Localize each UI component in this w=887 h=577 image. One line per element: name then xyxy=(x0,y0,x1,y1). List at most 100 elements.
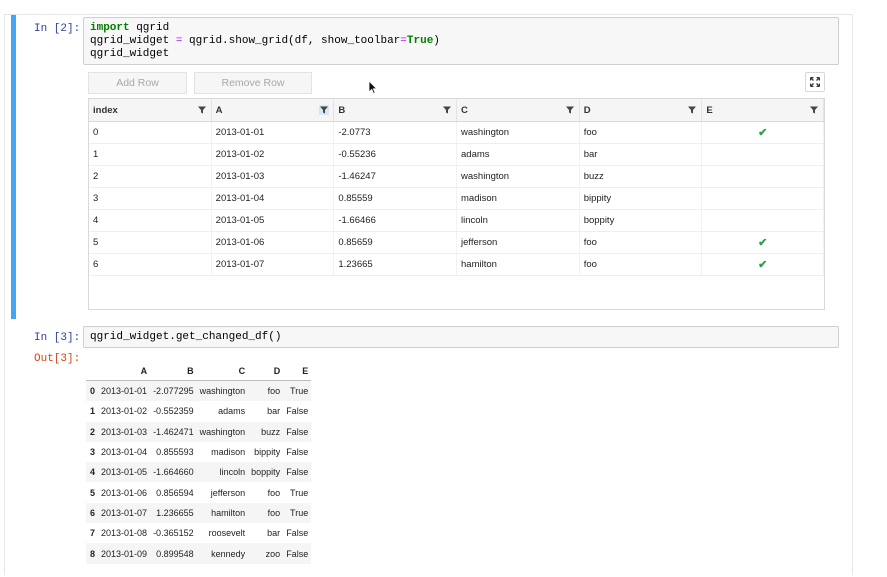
grid-cell-d[interactable]: bippity xyxy=(580,188,703,209)
grid-cell-e[interactable] xyxy=(702,144,825,165)
grid-cell-c[interactable]: adams xyxy=(457,144,580,165)
grid-cell-a[interactable]: 2013-01-07 xyxy=(212,254,335,275)
grid-cell-d[interactable]: bar xyxy=(580,144,703,165)
grid-cell-a[interactable]: 2013-01-01 xyxy=(212,122,335,143)
grid-cell-index[interactable]: 0 xyxy=(89,122,212,143)
grid-row[interactable]: 3 2013-01-04 0.85559 madison bippity xyxy=(89,188,825,210)
grid-row[interactable]: 5 2013-01-06 0.85659 jefferson foo ✔ xyxy=(89,232,825,254)
grid-cell-e[interactable]: ✔ xyxy=(702,122,825,143)
dataframe-index: 2 xyxy=(90,426,96,437)
grid-cell-a[interactable]: 2013-01-03 xyxy=(212,166,335,187)
grid-cell-index[interactable]: 3 xyxy=(89,188,212,209)
grid-cell-d[interactable]: foo xyxy=(580,122,703,143)
code-operator: = xyxy=(400,35,407,47)
filter-icon[interactable] xyxy=(687,105,697,115)
active-cell-indicator xyxy=(11,15,16,319)
input-prompt-2: In [2]: xyxy=(34,23,81,35)
dataframe-cell: -1.664660 xyxy=(153,467,194,478)
column-header-label: E xyxy=(706,104,713,116)
fullscreen-button[interactable] xyxy=(805,72,825,92)
dataframe-cell: kennedy xyxy=(211,548,246,559)
dataframe-row: 6 2013-01-07 1.236655 hamilton foo True xyxy=(86,502,312,524)
dataframe-cell: 2013-01-01 xyxy=(101,386,148,397)
qgrid-table[interactable]: index A B C D E 0 2013-01-01 -2.0773 washington f… xyxy=(88,98,825,310)
dataframe-cell: True xyxy=(290,487,309,498)
expand-icon xyxy=(810,77,820,87)
dataframe-cell: 2013-01-06 xyxy=(101,487,148,498)
grid-cell-index[interactable]: 5 xyxy=(89,232,212,253)
code-cell-3[interactable]: qgrid_widget.get_changed_df() xyxy=(83,326,839,348)
grid-cell-d[interactable]: foo xyxy=(580,254,703,275)
grid-cell-a[interactable]: 2013-01-05 xyxy=(212,210,335,231)
dataframe-cell: roosevelt xyxy=(208,528,246,539)
grid-cell-a[interactable]: 2013-01-06 xyxy=(212,232,335,253)
grid-cell-c[interactable]: washington xyxy=(457,166,580,187)
grid-cell-b[interactable]: -2.0773 xyxy=(334,122,458,143)
filter-icon[interactable] xyxy=(197,105,207,115)
column-header-index[interactable]: index xyxy=(89,99,212,121)
filter-icon[interactable] xyxy=(319,105,330,115)
grid-row[interactable]: 1 2013-01-02 -0.55236 adams bar xyxy=(89,144,825,166)
filter-icon[interactable] xyxy=(565,105,575,115)
grid-cell-b[interactable]: 1.23665 xyxy=(334,254,458,275)
dataframe-index: 0 xyxy=(90,386,96,397)
code-text: qgrid_widget xyxy=(90,48,170,60)
dataframe-row: 1 2013-01-02 -0.552359 adams bar False xyxy=(86,401,311,421)
code-cell-2[interactable]: import qgrid qgrid_widget = qgrid.show_g… xyxy=(83,17,839,65)
code-text: qgrid_widget.get_changed_df() xyxy=(90,331,282,343)
checkmark-icon: ✔ xyxy=(758,259,768,271)
column-header-a[interactable]: A xyxy=(212,99,335,121)
grid-cell-e[interactable] xyxy=(702,188,825,209)
grid-cell-e[interactable]: ✔ xyxy=(702,254,825,275)
dataframe-cell: 2013-01-02 xyxy=(101,406,148,417)
grid-cell-a[interactable]: 2013-01-04 xyxy=(212,188,335,209)
grid-row[interactable]: 6 2013-01-07 1.23665 hamilton foo ✔ xyxy=(89,254,825,276)
grid-cell-c[interactable]: jefferson xyxy=(457,232,580,253)
filter-icon[interactable] xyxy=(809,105,819,115)
grid-cell-a[interactable]: 2013-01-02 xyxy=(212,144,335,165)
add-row-button[interactable]: Add Row xyxy=(88,72,187,94)
dataframe-row: 8 2013-01-09 0.899548 kennedy zoo False xyxy=(86,543,312,564)
column-header-e[interactable]: E xyxy=(702,99,825,121)
grid-cell-e[interactable]: ✔ xyxy=(702,232,825,253)
dataframe-row: 4 2013-01-05 -1.664660 lincoln boppity False xyxy=(86,462,312,483)
grid-cell-b[interactable]: 0.85659 xyxy=(334,232,458,253)
grid-cell-b[interactable]: -0.55236 xyxy=(334,144,458,165)
dataframe-cell: 2013-01-04 xyxy=(101,447,148,458)
grid-cell-index[interactable]: 2 xyxy=(89,166,212,187)
dataframe-cell: False xyxy=(286,406,309,417)
grid-row[interactable]: 2 2013-01-03 -1.46247 washington buzz xyxy=(89,166,825,188)
grid-cell-d[interactable]: boppity xyxy=(580,210,703,231)
grid-cell-d[interactable]: buzz xyxy=(580,166,703,187)
grid-cell-d[interactable]: foo xyxy=(580,232,703,253)
dataframe-cell: -0.552359 xyxy=(153,406,194,417)
grid-cell-b[interactable]: 0.85559 xyxy=(334,188,458,209)
grid-cell-e[interactable] xyxy=(702,210,825,231)
grid-row[interactable]: 4 2013-01-05 -1.66466 lincoln boppity xyxy=(89,210,825,232)
grid-cell-e[interactable] xyxy=(702,166,825,187)
column-header-c[interactable]: C xyxy=(457,99,580,121)
filter-icon[interactable] xyxy=(442,105,452,115)
grid-cell-index[interactable]: 6 xyxy=(89,254,212,275)
grid-cell-c[interactable]: madison xyxy=(457,188,580,209)
grid-cell-index[interactable]: 4 xyxy=(89,210,212,231)
remove-row-button[interactable]: Remove Row xyxy=(194,72,312,94)
dataframe-cell: -2.077295 xyxy=(153,386,194,397)
grid-cell-index[interactable]: 1 xyxy=(89,144,212,165)
grid-cell-c[interactable]: washington xyxy=(457,122,580,143)
column-header-d[interactable]: D xyxy=(580,99,703,121)
grid-cell-c[interactable]: hamilton xyxy=(457,254,580,275)
dataframe-cell: 0.856594 xyxy=(156,487,194,498)
grid-cell-c[interactable]: lincoln xyxy=(457,210,580,231)
grid-cell-b[interactable]: -1.46247 xyxy=(334,166,458,187)
column-header-b[interactable]: B xyxy=(334,99,458,121)
grid-row[interactable]: 0 2013-01-01 -2.0773 washington foo ✔ xyxy=(89,122,825,144)
dataframe-cell: buzz xyxy=(261,426,281,437)
dataframe-body: 0 2013-01-01 -2.077295 washington foo True 1 20… xyxy=(86,380,312,564)
dataframe-cell: 2013-01-03 xyxy=(101,426,148,437)
dataframe-cell: 0.855593 xyxy=(156,447,194,458)
column-header-label: index xyxy=(93,104,118,116)
dataframe-column-header: D xyxy=(248,362,284,381)
grid-cell-b[interactable]: -1.66466 xyxy=(334,210,458,231)
code-keyword: True xyxy=(406,35,434,47)
